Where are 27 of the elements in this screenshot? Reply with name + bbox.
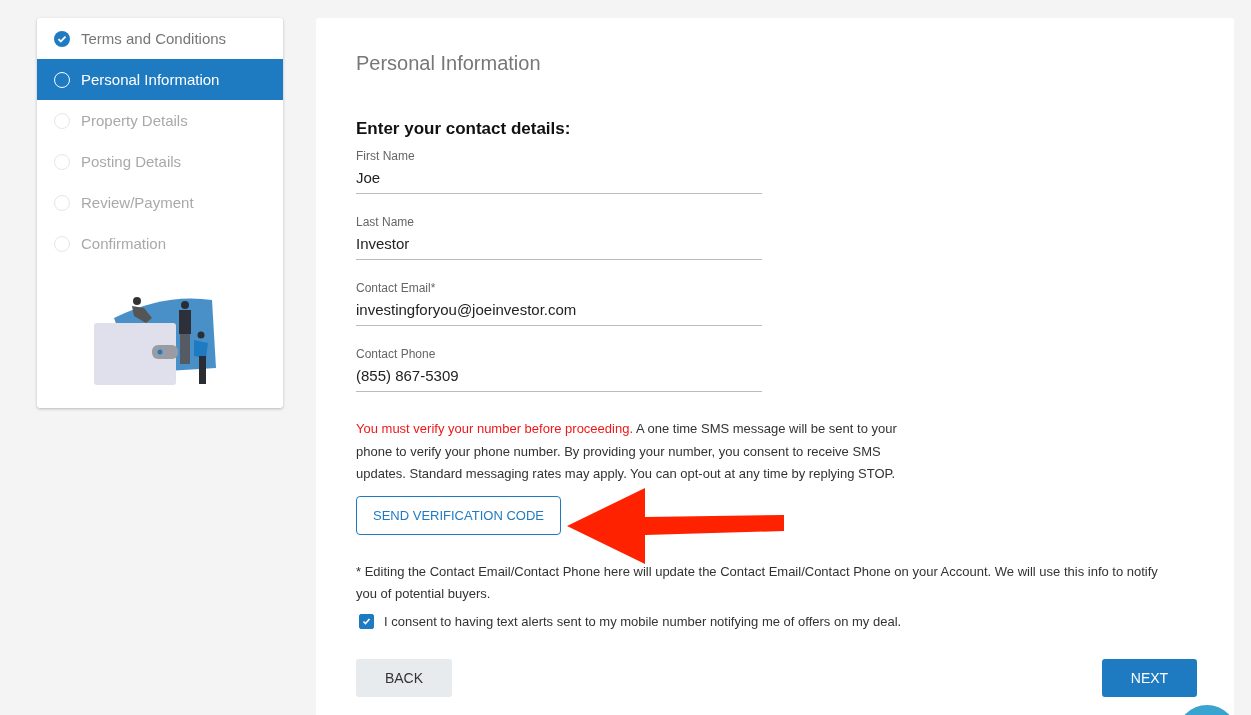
step-label: Review/Payment bbox=[81, 194, 194, 211]
next-button[interactable]: NEXT bbox=[1102, 658, 1197, 697]
field-label: Contact Email* bbox=[356, 281, 437, 295]
consent-label: I consent to having text alerts sent to my mobile number notifying me of offers on my deal. bbox=[384, 613, 902, 629]
field-label: Last Name bbox=[356, 215, 416, 229]
checkmark-icon bbox=[362, 616, 371, 626]
back-button[interactable]: BACK bbox=[356, 658, 452, 697]
step-item[interactable]: Terms and Conditions bbox=[37, 18, 283, 59]
step-label: Property Details bbox=[81, 112, 188, 129]
text-input[interactable]: (855) 867-5309 bbox=[356, 367, 762, 384]
field-label: First Name bbox=[356, 149, 416, 163]
step-label: Confirmation bbox=[81, 235, 167, 252]
footnote-text: * Editing the Contact Email/Contact Phone here will update the Contact Email/Contact Phone on your Account. We will use this info to notify you of potential buyers. bbox=[356, 562, 1159, 603]
field-label: Contact Phone bbox=[356, 347, 437, 361]
step-label: Personal Information bbox=[81, 71, 220, 88]
section-heading: Enter your contact details: bbox=[356, 119, 572, 139]
text-input[interactable]: Joe bbox=[356, 169, 762, 186]
step-item[interactable]: Personal Information bbox=[37, 59, 283, 100]
consent-checkbox[interactable] bbox=[359, 613, 374, 629]
page-title: Personal Information bbox=[356, 52, 542, 75]
text-input[interactable]: investingforyou@joeinvestor.com bbox=[356, 301, 762, 318]
step-label: Terms and Conditions bbox=[81, 30, 227, 47]
text-input[interactable]: Investor bbox=[356, 235, 762, 252]
check-circle-icon bbox=[54, 30, 70, 47]
step-label: Posting Details bbox=[81, 153, 182, 170]
send-code-button[interactable]: SEND VERIFICATION CODE bbox=[356, 495, 561, 535]
verification-notice: You must verify your number before proceeding. A one time SMS message will be sent to your phone to verify your phone number. By providing your number, you consent to receive SMS updates. Standard messaging rates may apply. You can opt-out at any time by replying STOP. bbox=[356, 420, 898, 483]
